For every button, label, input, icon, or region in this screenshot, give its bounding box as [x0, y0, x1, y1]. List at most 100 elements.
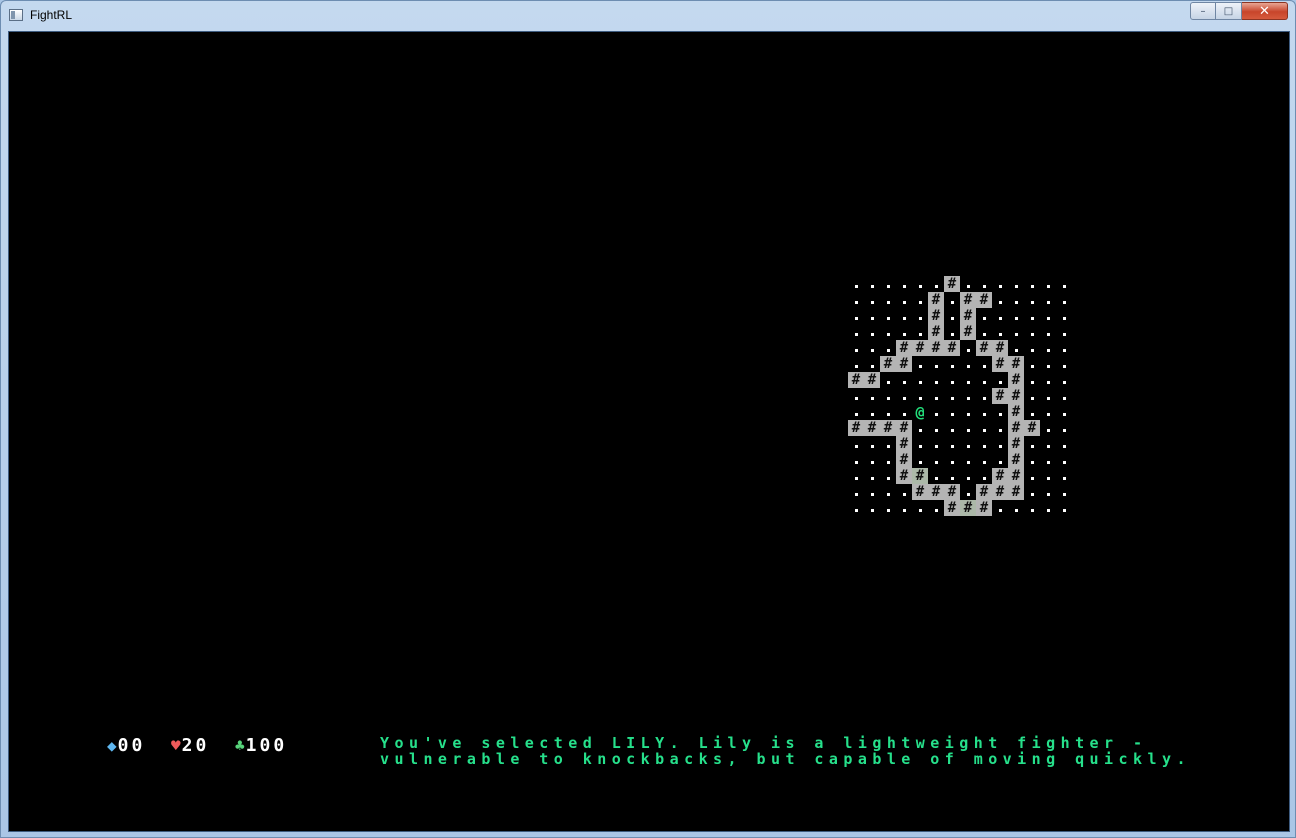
floor-tile — [992, 436, 1008, 452]
wall-tile: # — [864, 372, 880, 388]
wall-tile: # — [1008, 372, 1024, 388]
wall-tile: # — [1008, 484, 1024, 500]
floor-tile — [1056, 308, 1072, 324]
floor-tile — [848, 484, 864, 500]
wall-tile: # — [896, 420, 912, 436]
floor-tile — [880, 292, 896, 308]
floor-tile — [1040, 276, 1056, 292]
floor-tile — [1024, 356, 1040, 372]
maximize-button[interactable]: □ — [1216, 2, 1242, 20]
floor-tile — [864, 388, 880, 404]
message-line-1: You've selected LILY. Lily is a lightwei… — [380, 734, 1148, 752]
gems-stat: ◆ 00 — [107, 735, 145, 756]
floor-tile — [1024, 324, 1040, 340]
floor-tile — [896, 324, 912, 340]
floor-tile — [896, 276, 912, 292]
floor-tile — [1056, 324, 1072, 340]
floor-tile — [1056, 388, 1072, 404]
wall-tile: # — [912, 468, 928, 484]
floor-tile — [880, 324, 896, 340]
floor-tile — [944, 324, 960, 340]
floor-tile — [848, 340, 864, 356]
floor-tile — [928, 452, 944, 468]
wall-tile: # — [992, 388, 1008, 404]
floor-tile — [880, 388, 896, 404]
floor-tile — [1024, 292, 1040, 308]
floor-tile — [1040, 372, 1056, 388]
floor-tile — [1008, 276, 1024, 292]
floor-tile — [1040, 388, 1056, 404]
wall-tile: # — [896, 436, 912, 452]
wall-tile: # — [976, 484, 992, 500]
wall-tile: # — [992, 340, 1008, 356]
wall-tile: # — [848, 420, 864, 436]
wall-tile: # — [944, 484, 960, 500]
wall-tile: # — [1024, 420, 1040, 436]
floor-tile — [912, 372, 928, 388]
health-stat: ♥ 20 — [171, 735, 209, 756]
floor-tile — [960, 356, 976, 372]
floor-tile — [848, 388, 864, 404]
clubs-stat: ♣ 100 — [235, 735, 287, 756]
app-icon[interactable] — [9, 9, 23, 21]
wall-tile: # — [1008, 404, 1024, 420]
floor-tile — [896, 404, 912, 420]
floor-tile — [1024, 372, 1040, 388]
floor-tile — [944, 388, 960, 404]
wall-tile: # — [1008, 356, 1024, 372]
floor-tile — [992, 452, 1008, 468]
player-character: @ — [915, 403, 925, 421]
floor-tile — [992, 404, 1008, 420]
floor-tile — [912, 292, 928, 308]
wall-tile: # — [992, 468, 1008, 484]
floor-tile — [944, 404, 960, 420]
wall-tile: # — [896, 356, 912, 372]
floor-tile — [976, 420, 992, 436]
wall-tile: # — [976, 500, 992, 516]
wall-tile: # — [928, 340, 944, 356]
floor-tile — [896, 292, 912, 308]
floor-tile — [1040, 500, 1056, 516]
floor-tile — [912, 308, 928, 324]
floor-tile — [1056, 452, 1072, 468]
floor-tile — [880, 372, 896, 388]
wall-tile: # — [928, 484, 944, 500]
floor-tile — [1040, 468, 1056, 484]
floor-tile — [944, 468, 960, 484]
floor-tile — [1024, 340, 1040, 356]
wall-tile: # — [1008, 436, 1024, 452]
floor-tile — [1040, 308, 1056, 324]
floor-tile — [1008, 292, 1024, 308]
title-bar[interactable]: FightRL – □ ✕ — [1, 1, 1295, 31]
floor-tile — [864, 356, 880, 372]
message-log: You've selected LILY. Lily is a lightwei… — [380, 735, 1280, 767]
floor-tile — [928, 420, 944, 436]
gems-value: 00 — [117, 735, 146, 756]
close-button[interactable]: ✕ — [1242, 2, 1288, 20]
floor-tile — [1024, 388, 1040, 404]
minimize-button[interactable]: – — [1190, 2, 1216, 20]
wall-tile: # — [896, 452, 912, 468]
floor-tile — [864, 484, 880, 500]
floor-tile — [864, 404, 880, 420]
game-viewport[interactable]: # # # # # # # # # # # # # # # # # # # # # # # @ # # # # # # # # # # # # # # # #… — [8, 31, 1290, 832]
floor-tile — [1040, 356, 1056, 372]
floor-tile — [896, 484, 912, 500]
wall-tile: # — [944, 500, 960, 516]
floor-tile — [864, 500, 880, 516]
floor-tile — [1024, 436, 1040, 452]
floor-tile — [1056, 484, 1072, 500]
floor-tile — [992, 276, 1008, 292]
wall-tile: # — [864, 420, 880, 436]
floor-tile — [896, 388, 912, 404]
floor-tile — [1056, 372, 1072, 388]
floor-tile — [880, 404, 896, 420]
floor-tile — [1056, 420, 1072, 436]
floor-tile — [1024, 468, 1040, 484]
floor-tile — [992, 500, 1008, 516]
heart-icon: ♥ — [171, 736, 181, 755]
floor-tile — [1024, 500, 1040, 516]
floor-tile — [1040, 452, 1056, 468]
wall-tile: # — [928, 308, 944, 324]
floor-tile — [880, 436, 896, 452]
